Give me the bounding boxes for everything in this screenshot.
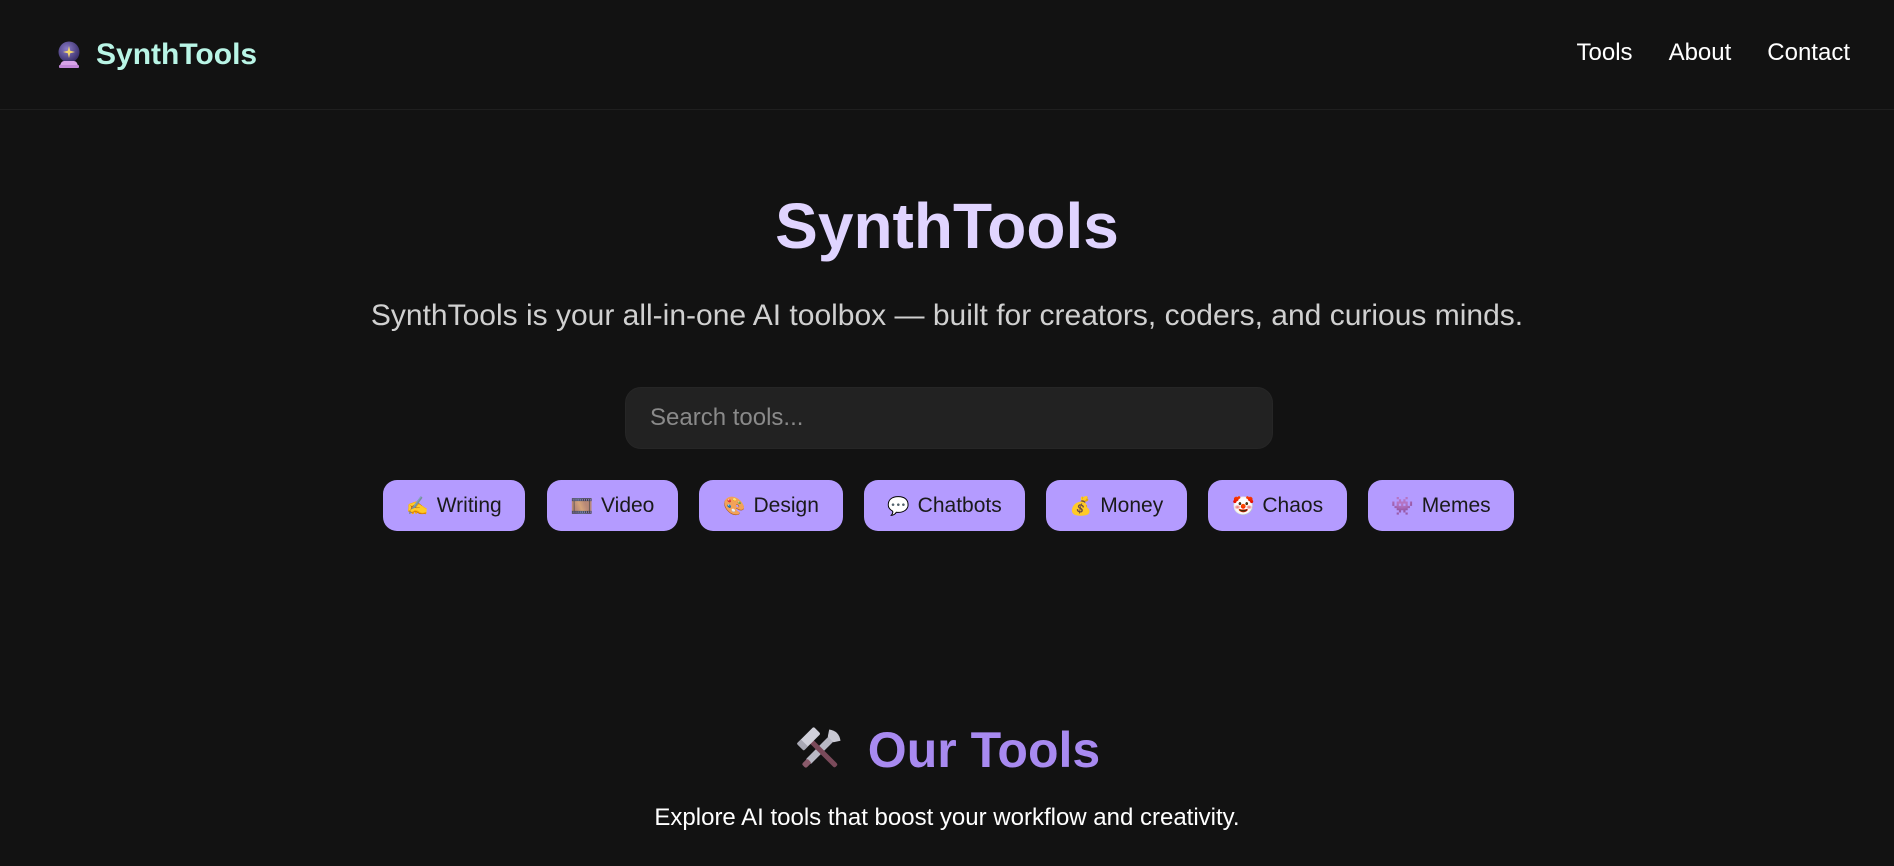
hammer-and-wrench-icon [796, 727, 841, 768]
search-container [625, 387, 1273, 449]
chip-label: Design [753, 493, 819, 517]
brand-logo-link[interactable]: SynthTools [54, 36, 257, 74]
nav-link-contact[interactable]: Contact [1767, 36, 1850, 70]
category-chip-chaos[interactable]: 🤡 Chaos [1208, 480, 1347, 531]
search-input[interactable] [625, 387, 1273, 449]
speech-bubble-icon: 💬 [887, 495, 910, 516]
palette-icon: 🎨 [723, 495, 746, 516]
brand-name: SynthTools [96, 38, 258, 71]
hero-title: SynthTools [775, 190, 1119, 262]
nav-link-about[interactable]: About [1669, 36, 1732, 70]
clown-face-icon: 🤡 [1231, 495, 1255, 516]
category-chip-chatbots[interactable]: 💬 Chatbots [864, 480, 1025, 531]
tools-section-heading: Our Tools [0, 720, 1894, 780]
chip-label: Memes [1421, 493, 1491, 517]
nav-link-tools[interactable]: Tools [1577, 36, 1633, 70]
category-chip-writing[interactable]: ✍️ Writing [383, 480, 525, 531]
category-chip-video[interactable]: 🎞️ Video [547, 480, 678, 531]
chip-label: Chatbots [917, 493, 1002, 517]
category-chip-money[interactable]: 💰 Money [1046, 480, 1187, 531]
chip-label: Money [1100, 493, 1164, 517]
alien-monster-icon: 👾 [1391, 495, 1414, 516]
tools-section-subtitle: Explore AI tools that boost your workflo… [654, 804, 1240, 831]
hero-subtitle: SynthTools is your all-in-one AI toolbox… [370, 299, 1524, 332]
tools-section-title: Our Tools [867, 722, 1101, 778]
chip-label: Video [601, 493, 655, 517]
category-chip-design[interactable]: 🎨 Design [699, 480, 843, 531]
nav-links: Tools About Contact [1541, 36, 1850, 70]
crystal-ball-icon [58, 41, 80, 68]
writing-hand-icon: ✍️ [406, 495, 429, 516]
film-frames-icon: 🎞️ [570, 495, 594, 516]
chip-label: Writing [436, 493, 502, 517]
chip-label: Chaos [1262, 493, 1324, 517]
top-navbar: SynthTools Tools About Contact [0, 0, 1894, 110]
category-chip-memes[interactable]: 👾 Memes [1368, 480, 1514, 531]
money-bag-icon: 💰 [1069, 495, 1093, 516]
category-filter-bar: ✍️ Writing 🎞️ Video 🎨 Design 💬 Chatbots … [0, 480, 1894, 532]
